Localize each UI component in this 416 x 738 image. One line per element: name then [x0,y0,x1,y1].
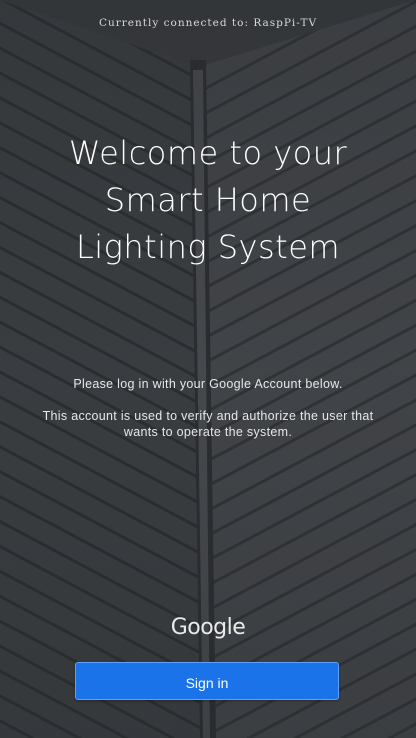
login-instructions: Please log in with your Google Account b… [30,376,386,440]
title-line-3: Lighting System [75,228,341,266]
page-title: Welcome to your Smart Home Lighting Syst… [20,130,396,271]
instruction-login: Please log in with your Google Account b… [73,377,343,391]
connection-status: Currently connected to: RaspPi-TV [98,17,318,29]
sign-in-button[interactable]: Sign in [75,662,339,700]
google-logo: Google [170,615,246,640]
title-line-1: Welcome to your [68,134,348,172]
instruction-purpose: This account is used to verify and autho… [42,409,374,439]
title-line-2: Smart Home [104,181,312,219]
